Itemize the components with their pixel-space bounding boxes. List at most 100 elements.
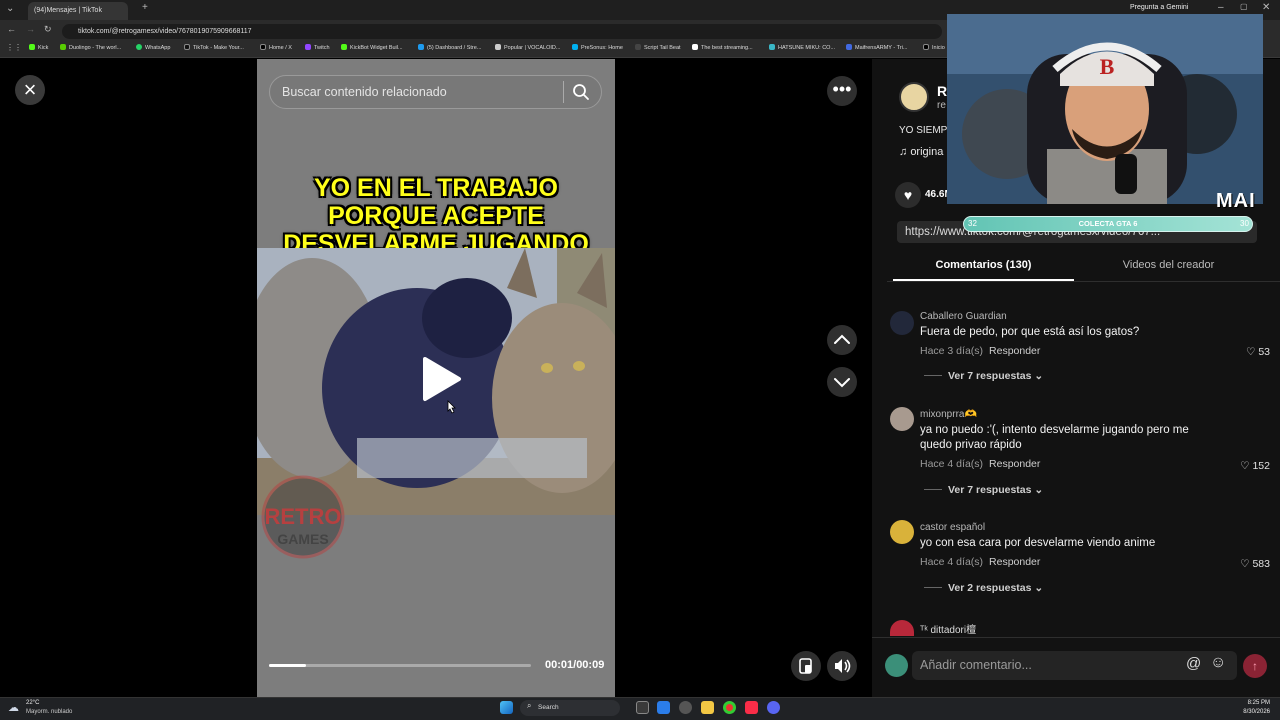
bookmark-item[interactable]: PreSonus: Home (572, 44, 623, 51)
streamer-webcam-image: B (947, 14, 1263, 204)
back-icon[interactable]: ← (7, 24, 16, 34)
reply-button[interactable]: Responder (989, 458, 1040, 470)
bookmark-item[interactable]: Twitch (305, 44, 330, 51)
related-search-input[interactable]: Buscar contenido relacionado (269, 75, 602, 109)
bookmark-item[interactable]: Duolingo - The worl... (60, 44, 121, 51)
retro-games-logo: RETRO GAMES (261, 475, 345, 559)
forward-icon[interactable]: → (26, 24, 35, 34)
taskbar-search-icon: ⌕ (527, 701, 532, 710)
comment-author[interactable]: mixonprra🫶 (920, 409, 977, 420)
weather-icon[interactable]: ☁ (8, 701, 19, 714)
weather-description: Mayorm. nublado (26, 709, 73, 715)
close-video-button[interactable]: × (15, 75, 45, 105)
bookmark-item[interactable]: Script Tail Beat (635, 44, 681, 51)
taskbar-date[interactable]: 8/30/2026 (1236, 709, 1270, 715)
edge-icon[interactable] (657, 701, 670, 714)
comment-like-count: 53 (1258, 346, 1270, 358)
previous-video-button[interactable] (827, 325, 857, 355)
view-replies-button[interactable]: Ver 2 respuestas ⌄ (924, 582, 1043, 594)
settings-icon[interactable] (679, 701, 692, 714)
bookmark-item[interactable]: (5) Dashboard / Stre... (418, 44, 481, 51)
volume-button[interactable] (827, 651, 857, 681)
new-tab-icon[interactable]: + (142, 2, 148, 13)
search-icon[interactable] (572, 83, 590, 101)
heart-outline-icon: ♡ (1245, 346, 1259, 358)
chrome-icon[interactable] (723, 701, 736, 714)
creator-username[interactable]: R (937, 83, 947, 99)
creator-handle[interactable]: re (937, 100, 946, 111)
video-progress-fill (269, 664, 306, 667)
play-icon[interactable] (419, 355, 463, 403)
url-field[interactable]: tiktok.com/@retrogamesx/video/7678019075… (62, 24, 942, 39)
bookmark-item[interactable]: The best streaming... (692, 44, 753, 51)
comment-text: Fuera de pedo, por que está así los gato… (920, 326, 1140, 338)
user-avatar[interactable] (885, 654, 908, 677)
view-replies-button[interactable]: Ver 7 respuestas ⌄ (924, 370, 1043, 382)
video-progress-track[interactable] (269, 664, 531, 667)
bookmark-item[interactable]: KickBot Widget Buil... (341, 44, 403, 51)
webcam-overlay: B (947, 14, 1263, 204)
video-time: 00:01/00:09 (545, 659, 605, 671)
svg-text:B: B (1100, 54, 1115, 79)
tabs-divider (887, 281, 1280, 282)
comment-author[interactable]: castor español (920, 522, 985, 533)
bookmark-item[interactable]: Home / X (260, 44, 292, 51)
bookmark-item[interactable]: MaifrensARMY - Tri... (846, 44, 907, 51)
emoji-icon[interactable]: ☺ (1210, 654, 1226, 672)
more-options-button[interactable]: ••• (827, 76, 857, 106)
comment-avatar[interactable] (890, 407, 914, 431)
bookmark-item[interactable]: HATSUNE MIKU: CO... (769, 44, 835, 51)
taskbar-search[interactable]: Search (520, 700, 620, 716)
webcam-tag: MAI (1216, 190, 1256, 212)
reply-button[interactable]: Responder (989, 556, 1040, 568)
music-app-icon[interactable] (745, 701, 758, 714)
taskbar-time[interactable]: 8:25 PM (1236, 700, 1270, 706)
comment-author[interactable]: ᵀᵏ dittadori檀 (920, 621, 976, 636)
maximize-icon[interactable]: ▢ (1240, 2, 1248, 11)
bookmark-item[interactable]: WhatsApp (136, 44, 170, 51)
comment-avatar[interactable] (890, 311, 914, 335)
tab-comments[interactable]: Comentarios (130) (893, 259, 1074, 281)
music-line[interactable]: ♫ origina (899, 146, 943, 158)
reply-button[interactable]: Responder (989, 345, 1040, 357)
comment-like-count: 152 (1252, 460, 1270, 472)
comment-meta: Hace 4 día(s) Responder (920, 458, 1040, 470)
chevron-down-icon: ⌄ (1031, 484, 1044, 496)
file-explorer-icon[interactable] (701, 701, 714, 714)
close-window-icon[interactable]: ✕ (1262, 2, 1270, 13)
discord-icon[interactable] (767, 701, 780, 714)
comment-author[interactable]: Caballero Guardian (920, 311, 1007, 322)
bookmark-item[interactable]: Kick (29, 44, 48, 51)
comment-date: Hace 3 día(s) (920, 345, 984, 357)
comment-date: Hace 4 día(s) (920, 556, 984, 568)
gemini-button[interactable]: Pregunta a Gemini (1130, 4, 1188, 11)
bookmark-item[interactable]: TikTok - Make Your... (184, 44, 244, 51)
creator-avatar[interactable] (899, 82, 929, 112)
like-button[interactable]: ♥ (895, 182, 921, 208)
comment-input-divider (872, 637, 1280, 638)
reload-icon[interactable]: ↻ (44, 24, 52, 35)
bookmark-item[interactable]: Inicio (923, 44, 945, 51)
pip-button[interactable] (791, 651, 821, 681)
comment-likes[interactable]: ♡ 53 (1230, 346, 1270, 358)
goal-target: 30 (1240, 219, 1249, 228)
minimize-icon[interactable]: – (1218, 2, 1224, 13)
next-video-button[interactable] (827, 367, 857, 397)
task-view-icon[interactable] (636, 701, 649, 714)
mention-icon[interactable]: @ (1186, 655, 1201, 672)
video-description: YO SIEMP (899, 125, 948, 136)
comment-likes[interactable]: ♡ 583 (1230, 558, 1270, 570)
apps-icon[interactable]: ⋮⋮ (6, 43, 22, 52)
tab-search-icon[interactable]: ⌄ (6, 3, 14, 14)
bookmark-item[interactable]: Popular | VOCALOID... (495, 44, 560, 51)
browser-tab[interactable]: (94)Mensajes | TikTok (28, 2, 128, 20)
comment-avatar[interactable] (890, 520, 914, 544)
send-comment-button[interactable]: ↑ (1243, 654, 1267, 678)
tab-creator-videos[interactable]: Videos del creador (1085, 259, 1252, 281)
start-button[interactable] (500, 701, 513, 714)
comment-likes[interactable]: ♡ 152 (1230, 460, 1270, 472)
svg-text:RETRO: RETRO (265, 504, 342, 529)
goal-current: 32 (968, 219, 977, 228)
view-replies-button[interactable]: Ver 7 respuestas ⌄ (924, 484, 1043, 496)
weather-temperature: 22°C (26, 700, 40, 706)
